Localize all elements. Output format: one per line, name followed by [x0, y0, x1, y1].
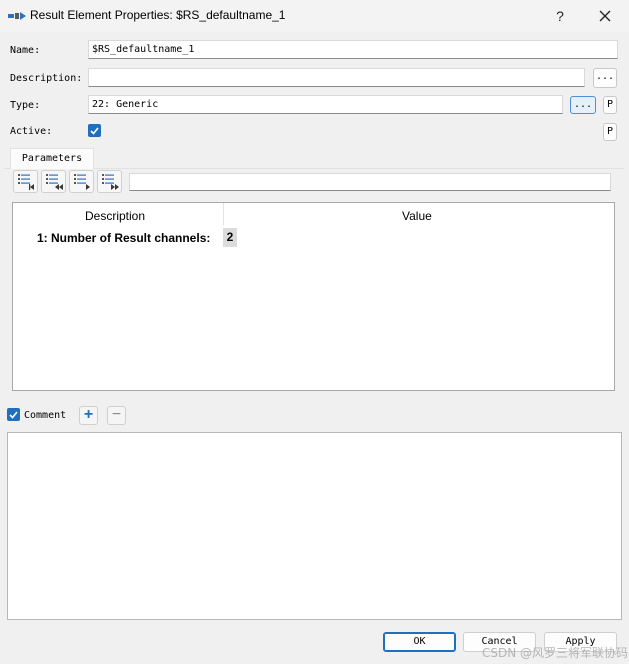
type-p-button[interactable]: P — [603, 96, 617, 114]
move-next-button[interactable] — [69, 170, 94, 193]
description-field[interactable] — [88, 68, 585, 87]
remove-comment-button[interactable]: − — [107, 406, 126, 425]
grid-column-divider — [223, 203, 224, 225]
active-label: Active: — [10, 126, 53, 137]
window-title: Result Element Properties: $RS_defaultna… — [30, 8, 286, 22]
list-next-icon — [74, 174, 90, 190]
help-button[interactable]: ? — [548, 4, 572, 28]
ok-button[interactable]: OK — [383, 632, 456, 652]
parameter-grid: Description Value 1: Number of Result ch… — [12, 202, 615, 391]
comment-label: Comment — [24, 410, 67, 421]
comment-checkbox[interactable] — [7, 408, 20, 421]
parameter-description: 1: Number of Result channels: — [37, 231, 211, 245]
add-comment-button[interactable]: + — [79, 406, 98, 425]
active-checkbox[interactable] — [88, 124, 101, 137]
type-field[interactable]: 22: Generic — [88, 95, 563, 114]
list-prev-icon — [46, 174, 63, 190]
comment-textarea[interactable] — [7, 432, 622, 620]
description-browse-button[interactable]: ... — [593, 68, 617, 88]
value-column-header[interactable]: Value — [402, 209, 432, 223]
parameter-value[interactable]: 2 — [223, 228, 237, 247]
list-last-icon — [102, 174, 119, 190]
move-prev-button[interactable] — [41, 170, 66, 193]
type-label: Type: — [10, 100, 41, 111]
description-label: Description: — [10, 73, 83, 84]
active-p-button[interactable]: P — [603, 123, 617, 141]
tab-parameters[interactable]: Parameters — [10, 148, 94, 169]
move-last-button[interactable] — [97, 170, 122, 193]
type-browse-button[interactable]: ... — [570, 96, 596, 114]
title-bar: Result Element Properties: $RS_defaultna… — [0, 0, 629, 32]
description-column-header[interactable]: Description — [85, 209, 145, 223]
watermark: CSDN @风罗三将军联协码 — [482, 646, 629, 660]
close-icon[interactable] — [592, 4, 618, 28]
list-first-icon — [18, 174, 34, 190]
name-field[interactable]: $RS_defaultname_1 — [88, 40, 618, 59]
move-first-button[interactable] — [13, 170, 38, 193]
result-element-icon — [8, 12, 26, 20]
name-label: Name: — [10, 45, 41, 56]
parameter-filter-field[interactable] — [129, 173, 611, 191]
